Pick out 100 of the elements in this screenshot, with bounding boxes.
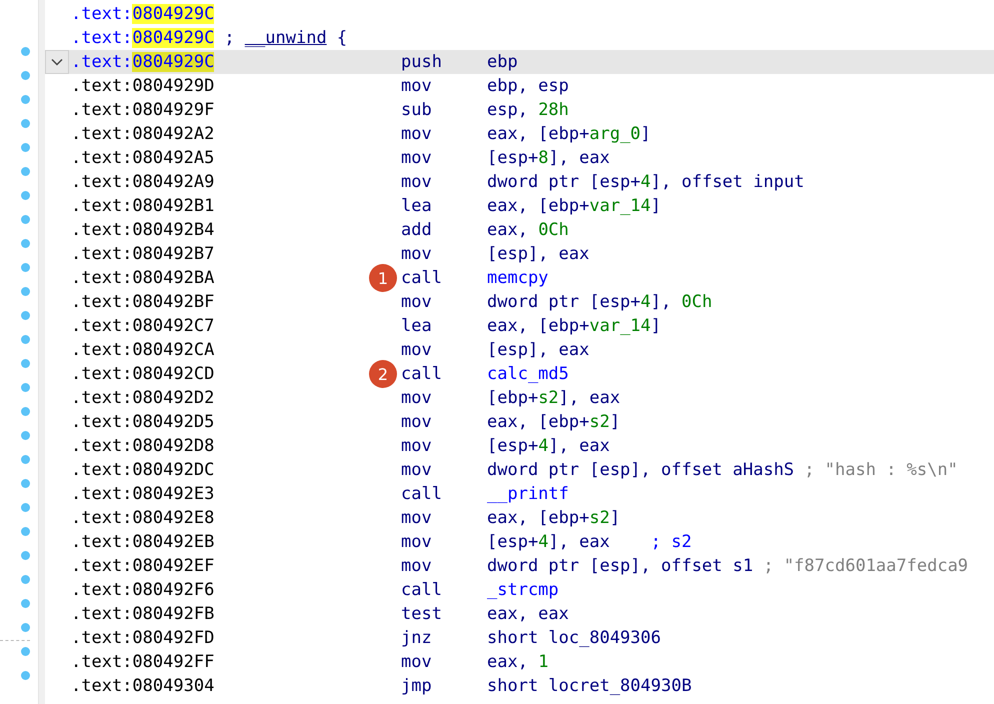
operand-text: [esp+8], eax	[487, 148, 610, 168]
breakpoint-dot[interactable]	[21, 335, 30, 344]
mnemonic-text: lea	[401, 196, 433, 216]
operand-text: calc_md5	[487, 364, 569, 384]
address-text: .text:080492FD	[71, 628, 214, 648]
operand-text: [ebp+s2], eax	[487, 388, 620, 408]
breakpoint-dot[interactable]	[21, 383, 30, 392]
collapse-toggle[interactable]	[45, 50, 69, 74]
address-text: .text:080492A5	[71, 148, 214, 168]
mnemonic-text: mov	[401, 76, 433, 96]
operand-text: eax, 0Ch	[487, 220, 569, 240]
mnemonic-text: sub	[401, 100, 433, 120]
breakpoint-dot[interactable]	[21, 143, 30, 152]
breakpoint-dot[interactable]	[21, 287, 30, 296]
breakpoint-dot[interactable]	[21, 431, 30, 440]
breakpoint-dot[interactable]	[21, 167, 30, 176]
mnemonic-text: mov	[401, 412, 433, 432]
address-text: .text:080492EB	[71, 532, 214, 552]
breakpoint-dot[interactable]	[21, 119, 30, 128]
operand-text: [esp], eax	[487, 244, 590, 264]
mnemonic-text: mov	[401, 148, 433, 168]
mnemonic-text: add	[401, 220, 433, 240]
mnemonic-text: call	[401, 268, 443, 288]
chevron-down-icon	[51, 58, 63, 66]
mnemonic-text: test	[401, 604, 443, 624]
breakpoint-dot[interactable]	[21, 71, 30, 80]
breakpoint-dot[interactable]	[21, 191, 30, 200]
breakpoint-dot[interactable]	[21, 479, 30, 488]
address-text: .text:080492FB	[71, 604, 214, 624]
address-text: .text:080492E8	[71, 508, 214, 528]
breakpoint-dot[interactable]	[21, 575, 30, 584]
mnemonic-text: call	[401, 580, 443, 600]
address-text: .text:080492A2	[71, 124, 214, 144]
address-text: .text:080492EF	[71, 556, 214, 576]
breakpoint-dot[interactable]	[21, 527, 30, 536]
breakpoint-dot[interactable]	[21, 647, 30, 656]
address-text: .text:08049304	[71, 676, 214, 696]
operand-text: [esp+4], eax	[487, 436, 610, 456]
mnemonic-text: mov	[401, 508, 433, 528]
breakpoint-dot[interactable]	[21, 671, 30, 680]
address-text: .text:080492CD	[71, 364, 214, 384]
operand-text: short locret_804930B	[487, 676, 692, 696]
operand-text: dword ptr [esp], offset aHashS ; "hash : %s\n"	[487, 460, 958, 480]
address-text: .text:080492D2	[71, 388, 214, 408]
operand-text: eax, [ebp+s2]	[487, 412, 620, 432]
address-text: .text:080492C7	[71, 316, 214, 336]
breakpoint-dot[interactable]	[21, 215, 30, 224]
address-text: .text:080492BA	[71, 268, 214, 288]
operand-text: dword ptr [esp+4], offset input	[487, 172, 804, 192]
operand-text: esp, 28h	[487, 100, 569, 120]
address-text: .text:080492CA	[71, 340, 214, 360]
operand-text: [esp], eax	[487, 340, 590, 360]
operand-text: short loc_8049306	[487, 628, 661, 648]
address-text: .text:080492D8	[71, 436, 214, 456]
breakpoint-dot[interactable]	[21, 311, 30, 320]
operand-text: _strcmp	[487, 580, 559, 600]
operand-text: eax, eax	[487, 604, 569, 624]
step-badge: 1	[369, 264, 397, 292]
mnemonic-text: jmp	[401, 676, 433, 696]
operand-text: ebp, esp	[487, 76, 569, 96]
mnemonic-text: call	[401, 484, 443, 504]
operand-text: eax, [ebp+var_14]	[487, 196, 662, 216]
mnemonic-text: mov	[401, 292, 433, 312]
breakpoint-dot[interactable]	[21, 599, 30, 608]
mnemonic-text: mov	[401, 244, 433, 264]
address-text: .text:080492DC	[71, 460, 214, 480]
mnemonic-text: mov	[401, 556, 433, 576]
breakpoint-dot[interactable]	[21, 623, 30, 632]
breakpoint-dot[interactable]	[21, 551, 30, 560]
address-text: .text:0804929F	[71, 100, 214, 120]
operand-text: dword ptr [esp+4], 0Ch	[487, 292, 712, 312]
breakpoint-dot[interactable]	[21, 407, 30, 416]
operand-text: memcpy	[487, 268, 548, 288]
breakpoint-dot[interactable]	[21, 95, 30, 104]
breakpoint-dot[interactable]	[21, 503, 30, 512]
address-text: .text:080492B7	[71, 244, 214, 264]
breakpoint-dot[interactable]	[21, 359, 30, 368]
breakpoint-dot[interactable]	[21, 239, 30, 248]
directive-text: ; __unwind {	[224, 28, 348, 48]
address-text: .text:080492FF	[71, 652, 214, 672]
address-text: .text:080492A9	[71, 172, 214, 192]
operand-text: eax, [ebp+arg_0]	[487, 124, 651, 144]
address-text: .text:080492BF	[71, 292, 214, 312]
breakpoint-dot[interactable]	[21, 455, 30, 464]
operand-text: eax, 1	[487, 652, 548, 672]
operand-text: eax, [ebp+s2]	[487, 508, 620, 528]
breakpoint-dot[interactable]	[21, 47, 30, 56]
mnemonic-text: mov	[401, 460, 433, 480]
mnemonic-text: mov	[401, 340, 433, 360]
step-badge: 2	[369, 360, 397, 388]
mnemonic-text: mov	[401, 652, 433, 672]
breakpoint-dot[interactable]	[21, 263, 30, 272]
mnemonic-text: lea	[401, 316, 433, 336]
address-text: .text:0804929D	[71, 76, 214, 96]
mnemonic-text: call	[401, 364, 443, 384]
address-text: .text:080492D5	[71, 412, 214, 432]
mnemonic-text: mov	[401, 388, 433, 408]
address-text: .text:080492B4	[71, 220, 214, 240]
mnemonic-text: jnz	[401, 628, 433, 648]
operand-text: eax, [ebp+var_14]	[487, 316, 662, 336]
